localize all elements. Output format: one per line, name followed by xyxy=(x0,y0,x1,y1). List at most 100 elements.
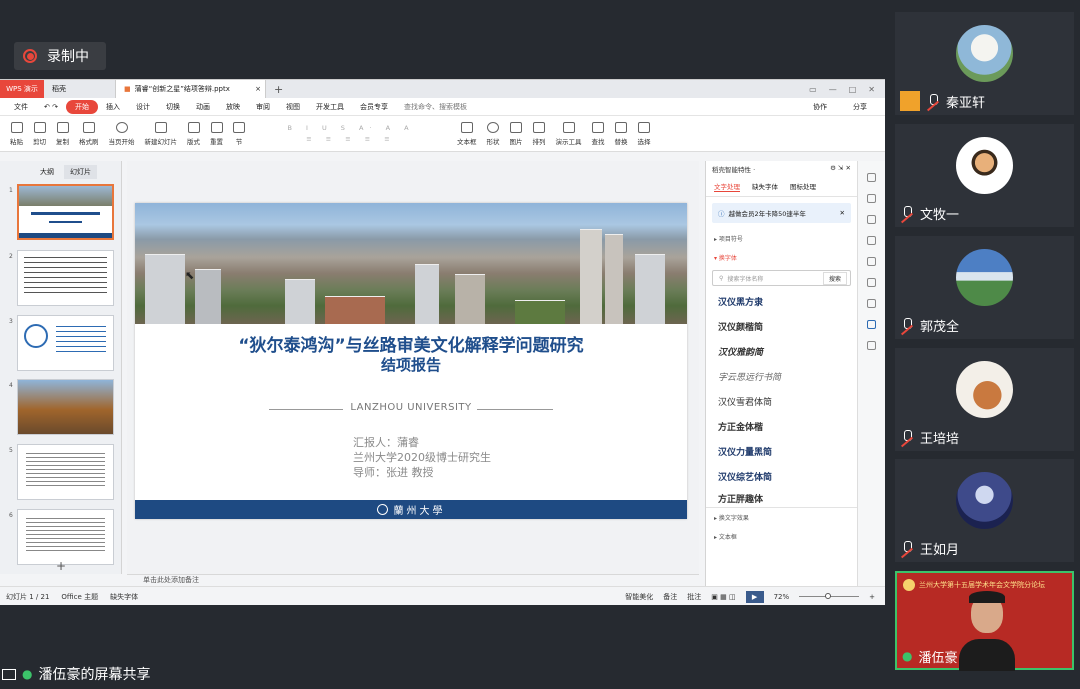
menu-insert[interactable]: 插入 xyxy=(98,102,128,112)
font-format-group[interactable]: B I U S A· A A ≡ ≡ ≡ ≡ ≡ xyxy=(251,124,451,143)
menu-review[interactable]: 审阅 xyxy=(248,102,278,112)
font-search[interactable]: ⚲ 搜索字体名称 搜索 xyxy=(712,270,851,286)
command-search[interactable]: 查找命令、搜索模板 xyxy=(396,102,475,112)
paste-button[interactable]: 粘贴 xyxy=(6,121,27,146)
recording-indicator[interactable]: 录制中 xyxy=(14,42,106,70)
play-slideshow-button[interactable]: ▶ xyxy=(745,590,764,603)
tool-icon[interactable] xyxy=(867,257,876,266)
tab-document[interactable]: ■ 蒲睿“创新之星”结项答辩.pptx × xyxy=(116,80,266,98)
close-window-icon[interactable]: ✕ xyxy=(868,85,875,94)
participant-tile[interactable]: 郭茂全 xyxy=(895,236,1074,339)
menu-file[interactable]: 文件 xyxy=(6,102,36,112)
font-item[interactable]: 汉仪颜楷简 xyxy=(706,314,857,339)
missing-font-status[interactable]: 缺失字体 xyxy=(110,592,138,602)
zoom-in-icon[interactable]: + xyxy=(869,593,875,601)
menu-member[interactable]: 会员专享 xyxy=(352,102,396,112)
presentation-tools-button[interactable]: 演示工具 xyxy=(552,121,586,146)
tool-icon[interactable] xyxy=(867,320,876,329)
panel-tab-text[interactable]: 文字处理 xyxy=(714,181,740,192)
comment-button[interactable]: 批注 xyxy=(687,592,701,602)
arrange-button[interactable]: 排列 xyxy=(529,121,550,146)
participant-tile[interactable]: 王培培 xyxy=(895,348,1074,451)
tool-icon[interactable] xyxy=(867,278,876,287)
screen-share-indicator[interactable]: ● 潘伍豪的屏幕共享 xyxy=(0,662,150,686)
menu-developer[interactable]: 开发工具 xyxy=(308,102,352,112)
format-painter-button[interactable]: 格式刷 xyxy=(75,121,103,146)
slide-thumbnail-4[interactable] xyxy=(17,379,114,435)
tab-slides[interactable]: 幻灯片 xyxy=(64,165,97,179)
font-item[interactable]: 汉仪黑方隶 xyxy=(706,289,857,314)
beautify-button[interactable]: 智能美化 xyxy=(625,592,653,602)
slide-thumbnail-6[interactable] xyxy=(17,509,114,565)
slide-thumbnail-2[interactable] xyxy=(17,250,114,306)
menu-view[interactable]: 视图 xyxy=(278,102,308,112)
cut-button[interactable]: 剪切 xyxy=(29,121,50,146)
maximize-icon[interactable]: □ xyxy=(849,85,857,94)
font-item[interactable]: 汉仪雅韵简 xyxy=(706,339,857,364)
copy-button[interactable]: 复制 xyxy=(52,121,73,146)
play-from-current-button[interactable]: 当页开始 xyxy=(105,121,139,146)
notes-pane[interactable]: 单击此处添加备注 xyxy=(127,574,699,586)
slide-thumbnail-5[interactable] xyxy=(17,444,114,500)
participant-tile[interactable]: 秦亚轩 xyxy=(895,12,1074,115)
find-button[interactable]: 查找 xyxy=(588,121,609,146)
close-icon[interactable]: × xyxy=(255,85,265,93)
font-item[interactable]: 汉仪力量黑简 xyxy=(706,439,857,464)
undo-icon[interactable]: ↶ ↷ xyxy=(36,103,66,111)
slide-thumbnail-3[interactable] xyxy=(17,315,114,371)
participant-tile[interactable]: 文牧一 xyxy=(895,124,1074,227)
layout-button[interactable]: 版式 xyxy=(183,121,204,146)
minimize-icon[interactable]: — xyxy=(829,85,837,94)
replace-button[interactable]: 替换 xyxy=(611,121,632,146)
section-button[interactable]: 节 xyxy=(229,121,249,146)
new-tab-button[interactable]: + xyxy=(274,83,283,96)
section-change-font[interactable]: ▾ 换字体 xyxy=(706,248,857,267)
normal-view-icon[interactable]: ▣ ▦ ◫ xyxy=(711,593,735,601)
font-item[interactable]: 方正金体楷 xyxy=(706,414,857,439)
menu-slideshow[interactable]: 放映 xyxy=(218,102,248,112)
panel-tab-icon[interactable]: 图标处理 xyxy=(790,181,816,192)
picture-button[interactable]: 图片 xyxy=(506,121,527,146)
tab-outline[interactable]: 大纲 xyxy=(34,165,60,179)
select-button[interactable]: 选择 xyxy=(634,121,655,146)
zoom-slider[interactable] xyxy=(799,593,860,599)
font-item[interactable]: 字云思远行书简 xyxy=(706,364,857,389)
menu-animation[interactable]: 动画 xyxy=(188,102,218,112)
section-bullets[interactable]: ▸ 项目符号 xyxy=(706,229,857,248)
menu-transition[interactable]: 切换 xyxy=(158,102,188,112)
section-text-effect[interactable]: ▸ 换文字效果 xyxy=(706,507,857,527)
menu-design[interactable]: 设计 xyxy=(128,102,158,112)
textbox-button[interactable]: 文本框 xyxy=(453,121,481,146)
share-button[interactable]: 分享 xyxy=(845,102,875,112)
reset-button[interactable]: 重置 xyxy=(206,121,227,146)
font-item[interactable]: 方正胖趣体 xyxy=(706,489,857,507)
slide-canvas[interactable]: “狄尔泰鸿沟”与丝路审美文化解释学问题研究 结项报告 LANZHOU UNIVE… xyxy=(127,161,699,574)
tool-icon[interactable] xyxy=(867,299,876,308)
promo-tip[interactable]: ⓘ 越做会员2年卡降50速半年 ✕ xyxy=(712,203,851,223)
participant-tile[interactable]: 王如月 xyxy=(895,459,1074,562)
menu-start[interactable]: 开始 xyxy=(65,99,98,114)
tip-close-icon[interactable]: ✕ xyxy=(840,209,851,217)
tool-icon[interactable] xyxy=(867,236,876,245)
panel-close-icon[interactable]: ⚙ ⇲ ✕ xyxy=(830,164,851,174)
panel-tab-missing-font[interactable]: 缺失字体 xyxy=(752,181,778,192)
active-speaker-tile[interactable]: 兰州大学第十五届学术年会文学院分论坛 ● 潘伍豪 xyxy=(895,571,1074,671)
slide-thumbnail-1[interactable] xyxy=(17,184,114,240)
layout-icon[interactable]: ▭ xyxy=(809,85,817,94)
add-slide-button[interactable]: + xyxy=(56,559,66,573)
tab-wps[interactable]: WPS 演示 xyxy=(0,80,44,98)
font-item[interactable]: 汉仪综艺体简 xyxy=(706,464,857,489)
tool-icon[interactable] xyxy=(867,341,876,350)
tool-icon[interactable] xyxy=(867,194,876,203)
tool-icon[interactable] xyxy=(867,173,876,182)
new-slide-button[interactable]: 新建幻灯片 xyxy=(141,121,182,146)
section-textbox[interactable]: ▸ 文本框 xyxy=(706,527,857,546)
notes-button[interactable]: 备注 xyxy=(663,592,677,602)
font-search-button[interactable]: 搜索 xyxy=(822,271,847,285)
font-item[interactable]: 汉仪雪君体简 xyxy=(706,389,857,414)
tool-icon[interactable] xyxy=(867,215,876,224)
collaborate-button[interactable]: 协作 xyxy=(805,102,835,112)
slide[interactable]: “狄尔泰鸿沟”与丝路审美文化解释学问题研究 结项报告 LANZHOU UNIVE… xyxy=(135,203,687,519)
font-search-input[interactable]: 搜索字体名称 xyxy=(727,274,763,283)
tab-daoke[interactable]: 稻壳 xyxy=(44,80,116,98)
